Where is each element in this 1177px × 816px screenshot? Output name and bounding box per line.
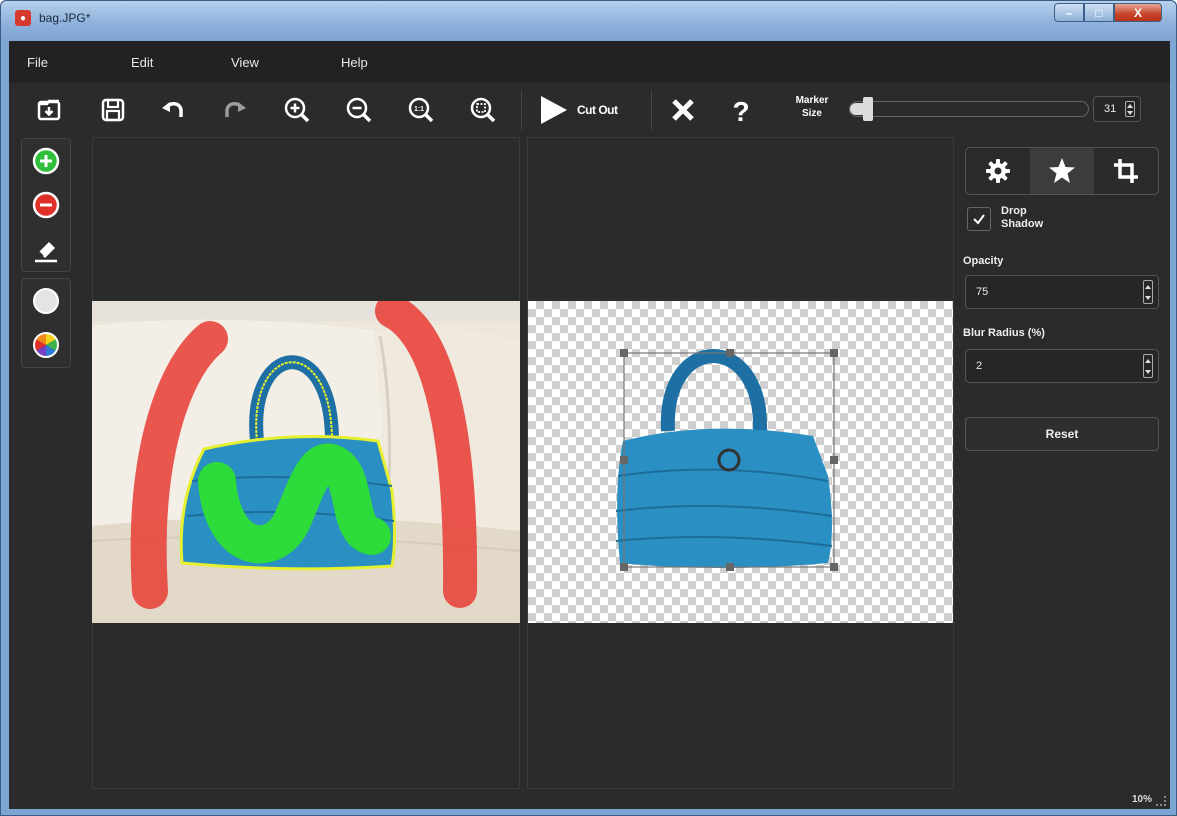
svg-text:1:1: 1:1 (414, 106, 424, 113)
zoom-fit-icon (470, 97, 496, 123)
reset-button[interactable]: Reset (965, 417, 1159, 451)
menu-edit[interactable]: Edit (131, 55, 153, 70)
left-toolbox (21, 138, 71, 374)
source-photo-canvas[interactable] (92, 301, 520, 623)
open-icon (37, 99, 61, 121)
redo-icon (225, 102, 246, 117)
background-color-button[interactable] (22, 279, 70, 323)
spin-arrows-icon[interactable] (1125, 101, 1135, 117)
settings-panel: Drop Shadow Opacity 75 Blur Radius (%) 2… (961, 137, 1161, 797)
opacity-label: Opacity (963, 255, 1004, 267)
drop-shadow-label: Drop Shadow (1001, 205, 1044, 230)
opacity-spinbox[interactable]: 75 (965, 275, 1159, 309)
star-icon (1049, 158, 1075, 183)
minimize-button[interactable]: – (1054, 3, 1084, 22)
title-bar: ● bag.JPG* – □ X (1, 1, 1176, 41)
toolbar-divider (651, 90, 652, 130)
maximize-button[interactable]: □ (1084, 3, 1114, 22)
marking-tools-group (21, 138, 71, 272)
color-picker-button[interactable] (22, 323, 70, 367)
marker-size-label: Marker Size (795, 95, 829, 119)
eraser-button[interactable] (22, 227, 70, 271)
marker-size-value: 31 (1104, 103, 1117, 115)
zoom-out-button[interactable] (339, 92, 379, 128)
marker-size-spinbox[interactable]: 31 (1093, 96, 1141, 122)
save-button[interactable] (93, 92, 133, 128)
window-title: bag.JPG* (39, 11, 91, 25)
undo-button[interactable] (153, 92, 193, 128)
drop-shadow-checkbox[interactable] (967, 207, 991, 231)
spin-arrows-icon[interactable] (1143, 280, 1153, 304)
open-file-button[interactable] (29, 92, 69, 128)
view-tools-group (21, 278, 71, 368)
menu-help[interactable]: Help (341, 55, 368, 70)
panel-tabs (965, 147, 1159, 195)
crop-icon (1114, 159, 1138, 183)
menu-bar: File Edit View Help (9, 41, 1170, 83)
zoom-out-icon (346, 97, 372, 123)
opacity-value: 75 (976, 286, 989, 298)
blur-radius-label: Blur Radius (%) (963, 327, 1045, 339)
app-logo-icon: ● (15, 10, 31, 26)
mark-background-button[interactable] (22, 183, 70, 227)
tab-effects[interactable] (1030, 148, 1094, 194)
mark-foreground-button[interactable] (22, 139, 70, 183)
gear-icon (986, 159, 1010, 183)
zoom-level: 10% (1131, 794, 1152, 805)
zoom-in-icon (284, 97, 310, 123)
marker-size-slider-thumb[interactable] (863, 97, 873, 121)
toolbar-divider (521, 90, 522, 130)
close-window-button[interactable]: X (1114, 3, 1162, 22)
result-preview-canvas[interactable] (528, 301, 953, 623)
spin-arrows-icon[interactable] (1143, 354, 1153, 378)
app-window: ● bag.JPG* – □ X File Edit View Help 1:1… (0, 0, 1177, 816)
mark-background-icon (32, 191, 60, 219)
blur-radius-value: 2 (976, 360, 983, 372)
toolbar: 1:1 Cut Out ? Marker Size 31 (9, 86, 1170, 134)
play-icon (541, 96, 567, 124)
cut-out-label: Cut Out (577, 103, 618, 117)
cutout-result-image (615, 349, 838, 571)
blur-radius-spinbox[interactable]: 2 (965, 349, 1159, 383)
clear-button[interactable] (663, 92, 703, 128)
save-icon (101, 98, 125, 122)
background-color-icon (33, 288, 59, 314)
checkmark-icon (973, 214, 985, 225)
menu-view[interactable]: View (231, 55, 259, 70)
app-client-area: File Edit View Help 1:1 Cut Out ? Marker… (9, 41, 1170, 809)
undo-icon (162, 102, 183, 117)
zoom-in-button[interactable] (277, 92, 317, 128)
help-button[interactable]: ? (721, 92, 761, 128)
source-photo-image (92, 301, 520, 623)
zoom-actual-size-button[interactable]: 1:1 (401, 92, 441, 128)
marker-size-slider-fill (850, 103, 864, 115)
cut-out-button[interactable]: Cut Out (537, 92, 649, 128)
resize-grip-icon[interactable] (1156, 796, 1166, 806)
redo-button[interactable] (215, 92, 255, 128)
add-foreground-icon (32, 147, 60, 175)
svg-text:?: ? (732, 96, 749, 125)
tab-crop[interactable] (1094, 148, 1158, 194)
color-wheel-icon (33, 332, 59, 358)
zoom-fit-button[interactable] (463, 92, 503, 128)
close-icon (672, 99, 694, 121)
help-icon: ? (732, 96, 749, 125)
marker-size-slider[interactable] (849, 101, 1089, 117)
menu-file[interactable]: File (27, 55, 48, 70)
zoom-actual-icon: 1:1 (408, 97, 434, 123)
tab-settings[interactable] (966, 148, 1030, 194)
eraser-icon (35, 242, 57, 263)
